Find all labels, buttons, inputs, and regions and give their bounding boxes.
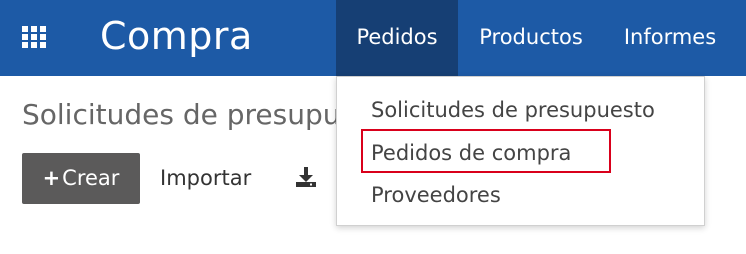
create-button[interactable]: +Crear bbox=[22, 153, 140, 204]
nav-menu-productos[interactable]: Productos bbox=[464, 0, 598, 76]
menu-item-solicitudes-de-presupuesto[interactable]: Solicitudes de presupuesto bbox=[371, 95, 655, 125]
nav-menu-informes[interactable]: Informes bbox=[610, 0, 730, 76]
download-icon[interactable] bbox=[294, 166, 318, 188]
page-title: Solicitudes de presupuesto bbox=[22, 98, 352, 131]
plus-icon: + bbox=[42, 166, 61, 190]
import-button[interactable]: Importar bbox=[160, 153, 251, 204]
app-title: Compra bbox=[100, 14, 253, 58]
top-navbar: Compra Pedidos Productos Informes bbox=[0, 0, 746, 76]
nav-menu-pedidos[interactable]: Pedidos bbox=[336, 0, 458, 76]
create-button-label: Crear bbox=[62, 166, 120, 190]
menu-item-proveedores[interactable]: Proveedores bbox=[371, 180, 501, 210]
pedidos-dropdown-menu: Solicitudes de presupuesto Pedidos de co… bbox=[336, 76, 705, 226]
grid-apps-icon[interactable] bbox=[22, 26, 50, 48]
menu-item-pedidos-de-compra[interactable]: Pedidos de compra bbox=[371, 138, 571, 168]
